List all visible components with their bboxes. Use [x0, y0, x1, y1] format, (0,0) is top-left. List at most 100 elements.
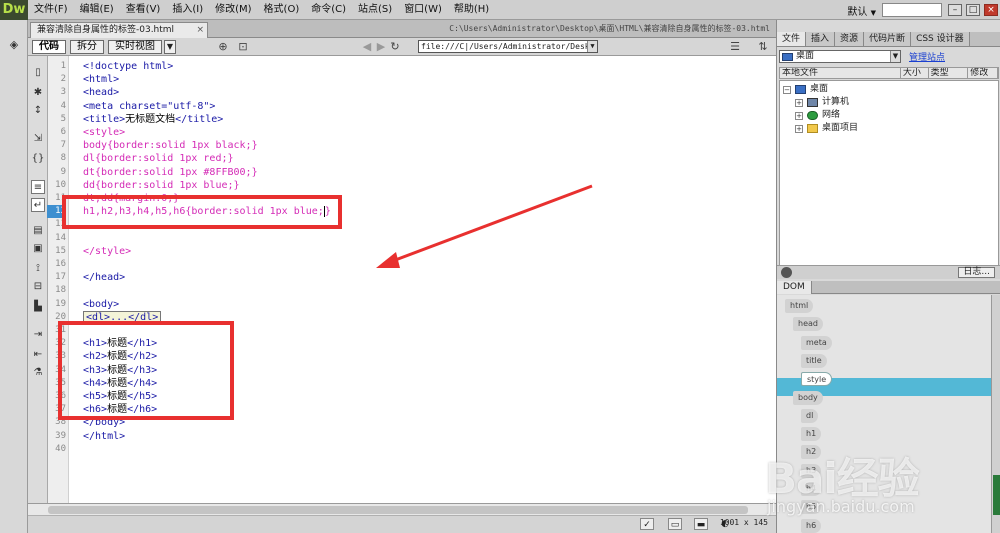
site-dropdown-icon[interactable]: ▼ [890, 51, 900, 62]
scroll-thumb[interactable] [48, 506, 748, 514]
indent-icon[interactable]: ⇥ [31, 328, 45, 342]
page-options-icon[interactable]: ☰ [728, 40, 742, 54]
dom-node[interactable]: dl [801, 408, 819, 423]
scroll-thumb[interactable] [993, 475, 1000, 515]
close-window-button[interactable]: × [984, 4, 998, 16]
expand-icon[interactable]: ↕ [31, 104, 45, 118]
refresh-icon[interactable]: ↻ [388, 40, 402, 54]
column-header[interactable]: 修改 [968, 68, 998, 78]
menu-item[interactable]: 格式(O) [258, 0, 306, 20]
dom-node[interactable]: h1 [801, 427, 822, 442]
dom-node[interactable]: h4 [801, 482, 822, 496]
menu-item[interactable]: 帮助(H) [448, 0, 495, 20]
workspace-switcher[interactable]: 默认 ▼ [841, 3, 882, 18]
menu-item[interactable]: 编辑(E) [74, 0, 120, 20]
tab-files-panel[interactable]: CSS 设计器 [911, 32, 970, 46]
menu-item[interactable]: 插入(I) [166, 0, 209, 20]
collapse-icon[interactable]: − [783, 85, 791, 94]
column-header[interactable]: 本地文件 [780, 68, 901, 78]
tree-item[interactable]: + 计算机 [795, 96, 849, 109]
desktop-size-icon[interactable]: ▬ [694, 518, 708, 530]
code-line[interactable]: </head> [83, 271, 125, 284]
code-line[interactable]: </html> [83, 430, 125, 443]
code-line[interactable]: <style> [83, 126, 125, 139]
split-view-button[interactable]: 拆分 [70, 39, 104, 54]
menu-item[interactable]: 命令(C) [305, 0, 352, 20]
code-line[interactable]: <meta charset="utf-8"> [83, 100, 215, 113]
cube-icon[interactable]: ◈ [7, 38, 21, 52]
remove-comment-icon[interactable]: ▣ [31, 242, 45, 256]
code-line[interactable]: dl{border:solid 1px red;} [83, 152, 234, 165]
manage-sites-link[interactable]: 管理站点 [909, 50, 945, 63]
format-source-icon[interactable]: ⚗ [31, 366, 45, 380]
live-view-button[interactable]: 实时视图 [108, 39, 162, 54]
menu-item[interactable]: 站点(S) [352, 0, 398, 20]
code-line[interactable]: <title>无标题文档</title> [83, 113, 223, 126]
code-line[interactable]: dt{border:solid 1px #8FFB00;} [83, 166, 258, 179]
dom-node[interactable]: h3 [801, 463, 822, 478]
address-bar-input[interactable]: file:///C|/Users/Administrator/Desktop ▼ [418, 40, 598, 53]
minimize-button[interactable]: – [948, 4, 962, 16]
wrap-tag-icon[interactable]: ⟟ [31, 262, 45, 276]
outdent-icon[interactable]: ⇤ [31, 348, 45, 362]
code-line[interactable]: body{border:solid 1px black;} [83, 139, 258, 152]
code-view-button[interactable]: 代码 [32, 39, 66, 54]
tree-item[interactable]: + 网络 [795, 109, 840, 122]
code-line[interactable]: </style> [83, 245, 131, 258]
code-line[interactable]: <!doctype html> [83, 60, 173, 73]
dom-scrollbar[interactable] [991, 295, 1000, 533]
back-arrow-icon[interactable]: ◀ [360, 40, 374, 54]
address-dropdown-icon[interactable]: ▼ [587, 41, 597, 52]
dom-node[interactable]: html [785, 299, 814, 313]
expand-icon[interactable]: + [795, 124, 803, 133]
open-documents-icon[interactable]: ▯ [31, 66, 45, 80]
inspect-icon[interactable]: ⊡ [236, 40, 250, 54]
valid-check-icon[interactable]: ✓ [640, 518, 654, 530]
help-search-input[interactable] [882, 3, 942, 17]
code-line[interactable]: <head> [83, 86, 119, 99]
mobile-size-icon[interactable]: ▭ [668, 518, 682, 530]
dom-node[interactable]: head [793, 317, 823, 332]
tree-item[interactable]: − 桌面 [783, 83, 828, 96]
maximize-button[interactable]: □ [966, 4, 980, 16]
expand-icon[interactable]: + [795, 98, 803, 107]
menu-item[interactable]: 修改(M) [209, 0, 257, 20]
column-header[interactable]: 大小 [901, 68, 929, 78]
window-size-readout[interactable]: 1001 x 145 [720, 518, 768, 527]
menu-item[interactable]: 窗口(W) [398, 0, 448, 20]
recent-snippets-icon[interactable]: ⊟ [31, 280, 45, 294]
crosshair-icon[interactable]: ⊕ [216, 40, 230, 54]
code-line[interactable]: dd{border:solid 1px blue;} [83, 179, 240, 192]
code-line[interactable]: <html> [83, 73, 119, 86]
dom-node[interactable]: title [801, 353, 827, 368]
menu-item[interactable]: 文件(F) [28, 0, 74, 20]
move-css-icon[interactable]: ▙ [31, 300, 45, 314]
tab-files-panel[interactable]: 资源 [835, 32, 865, 46]
sort-icon[interactable]: ⇅ [756, 40, 770, 54]
tab-files-panel[interactable]: 文件 [777, 32, 807, 46]
tab-files-panel[interactable]: 代码片断 [864, 32, 912, 46]
dom-node[interactable]: style [801, 372, 833, 387]
column-header[interactable]: 类型 [929, 68, 969, 78]
tree-item[interactable]: + 桌面项目 [795, 122, 858, 135]
dom-node[interactable]: meta [801, 335, 832, 350]
tab-files-panel[interactable]: 插入 [806, 32, 836, 46]
menu-item[interactable]: 查看(V) [120, 0, 167, 20]
site-select[interactable]: 桌面 ▼ [779, 50, 901, 63]
document-tab[interactable]: 兼容清除自身属性的标签-03.html × [30, 22, 208, 38]
dom-node[interactable]: h5 [801, 500, 822, 515]
balance-braces-icon[interactable]: {} [31, 152, 45, 166]
code-line[interactable]: <body> [83, 298, 119, 311]
collapse-tag-icon[interactable]: ✱ [31, 86, 45, 100]
dom-node[interactable]: h6 [801, 518, 822, 533]
word-wrap-icon[interactable]: ↵ [31, 198, 45, 212]
tab-dom[interactable]: DOM [777, 281, 812, 294]
close-tab-icon[interactable]: × [196, 23, 204, 38]
horizontal-scrollbar[interactable] [28, 504, 776, 516]
dom-node[interactable]: body [793, 390, 823, 405]
line-numbers-icon[interactable]: ≡ [31, 180, 45, 194]
forward-arrow-icon[interactable]: ▶ [374, 40, 388, 54]
dom-node[interactable]: h2 [801, 445, 822, 460]
connect-icon[interactable] [781, 267, 792, 278]
log-button[interactable]: 日志... [958, 267, 995, 278]
